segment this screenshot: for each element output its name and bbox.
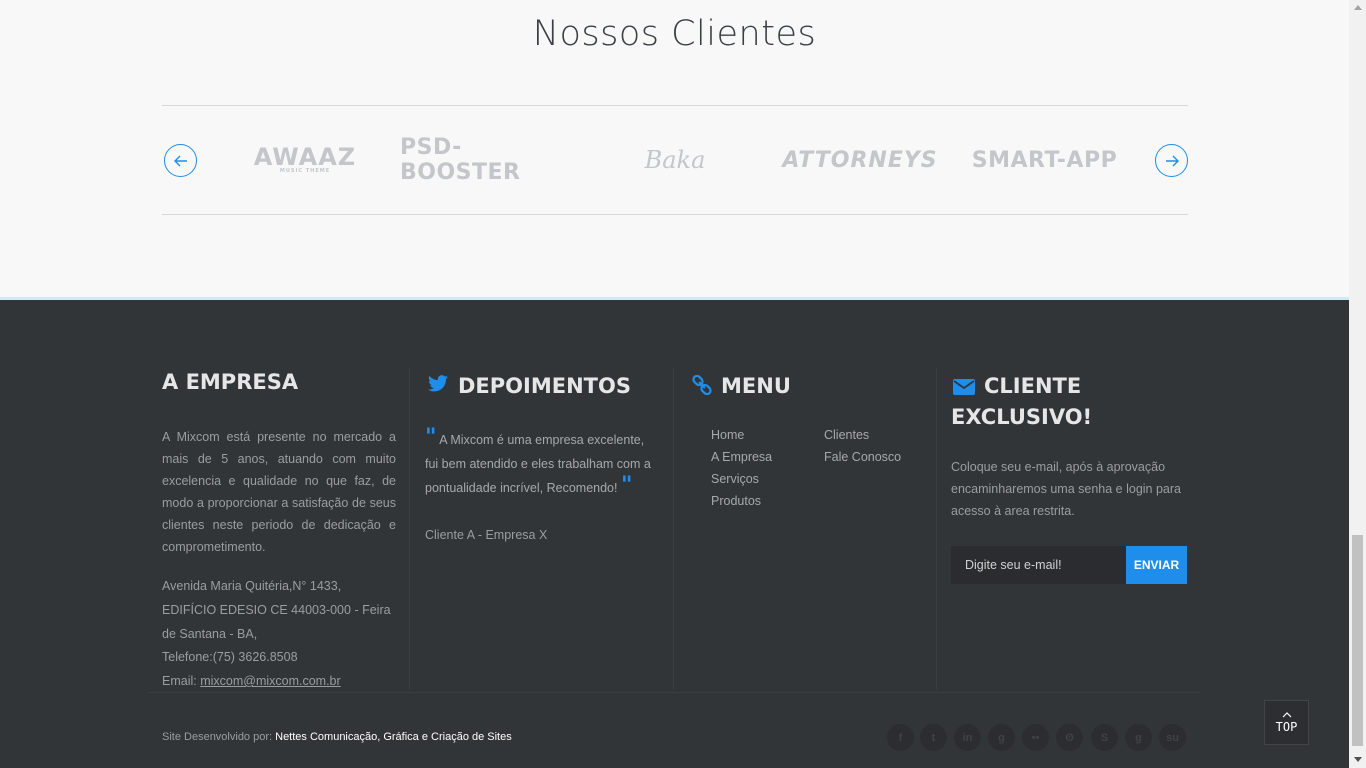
myspace-icon[interactable]: ʘ: [1056, 724, 1083, 751]
arrow-right-icon: [1165, 155, 1179, 166]
client-logo-psd-booster: PSD-BOOSTER: [400, 135, 521, 185]
quote-open-icon: ": [425, 424, 437, 450]
client-logo-smart-app: SMART-APP: [971, 147, 1118, 173]
menu-link-home[interactable]: Home: [711, 428, 744, 442]
exclusivo-text: Coloque seu e-mail, após à aprovação enc…: [951, 460, 1181, 518]
menu-link-contato[interactable]: Fale Conosco: [824, 450, 901, 464]
developer-credit-link[interactable]: Nettes Comunicação, Gráfica e Criação de…: [275, 731, 512, 743]
clients-title: Nossos Clientes: [532, 14, 817, 54]
client-logo-attorneys: ATTORNEYS: [782, 147, 938, 173]
email-input[interactable]: Digite seu e-mail!: [951, 546, 1127, 584]
quote-close-icon: ": [620, 472, 633, 498]
envelope-icon: [953, 379, 975, 400]
column-separator: [673, 368, 674, 690]
linkedin-icon[interactable]: in: [954, 724, 981, 751]
column-separator: [409, 368, 410, 690]
scroll-down-icon[interactable]: [1354, 757, 1362, 762]
depoimentos-title: DEPOIMENTOS: [458, 374, 631, 398]
exclusivo-title-line2: EXCLUSIVO!: [951, 405, 1093, 429]
twitter-icon: [428, 375, 448, 397]
testimonial-quote: " A Mixcom é uma empresa excelente, fui …: [425, 424, 651, 498]
developer-credit: Site Desenvolvido por: Nettes Comunicaçã…: [162, 731, 512, 743]
stumbleupon-icon[interactable]: su: [1159, 724, 1186, 751]
carousel-next-button[interactable]: [1155, 144, 1188, 177]
flickr-icon[interactable]: ••: [1022, 724, 1049, 751]
scrollbar-thumb[interactable]: [1352, 535, 1363, 746]
divider-bottom: [162, 214, 1188, 215]
back-to-top-button[interactable]: TOP: [1264, 700, 1309, 745]
arrow-left-icon: [173, 155, 187, 166]
footer-bottom-divider: [148, 692, 1200, 693]
twitter-social-icon[interactable]: t: [920, 724, 947, 751]
menu-link-clientes[interactable]: Clientes: [824, 428, 869, 442]
chevron-up-icon: [1282, 711, 1291, 717]
column-separator: [936, 368, 937, 690]
empresa-title: A EMPRESA: [162, 370, 299, 394]
menu-link-produtos[interactable]: Produtos: [711, 494, 761, 508]
back-to-top-label: TOP: [1275, 719, 1298, 734]
footer: A EMPRESA A Mixcom está presente no merc…: [0, 300, 1349, 768]
client-logo-baka: Baka: [644, 146, 706, 174]
exclusivo-title-line1: CLIENTE: [984, 374, 1082, 398]
empresa-email-line: Email: mixcom@mixcom.com.br: [162, 674, 341, 688]
google-plus-icon[interactable]: g: [988, 724, 1015, 751]
divider-top: [162, 105, 1188, 106]
empresa-email-link[interactable]: mixcom@mixcom.com.br: [200, 674, 340, 688]
carousel-prev-button[interactable]: [164, 144, 197, 177]
empresa-text: A Mixcom está presente no mercado a mais…: [162, 430, 396, 554]
facebook-icon[interactable]: f: [887, 724, 914, 751]
client-logo-awaaz: AWAAZ MUSIC THEME: [253, 143, 357, 174]
menu-title: MENU: [721, 374, 791, 398]
page-scrollbar[interactable]: [1349, 0, 1366, 768]
google-icon[interactable]: g: [1125, 724, 1152, 751]
empresa-address: Avenida Maria Quitéria,N° 1433, EDIFÍCIO…: [162, 579, 391, 641]
testimonial-author: Cliente A - Empresa X: [425, 528, 548, 542]
scroll-up-icon[interactable]: [1354, 5, 1362, 10]
empresa-phone: Telefone:(75) 3626.8508: [162, 650, 298, 664]
menu-link-empresa[interactable]: A Empresa: [711, 450, 772, 464]
link-icon: [692, 374, 712, 400]
send-button[interactable]: ENVIAR: [1126, 546, 1187, 584]
clients-section: Nossos Clientes AWAAZ MUSIC THEME PSD-BO…: [0, 0, 1349, 297]
skype-icon[interactable]: S: [1091, 724, 1118, 751]
menu-link-servicos[interactable]: Serviços: [711, 472, 759, 486]
